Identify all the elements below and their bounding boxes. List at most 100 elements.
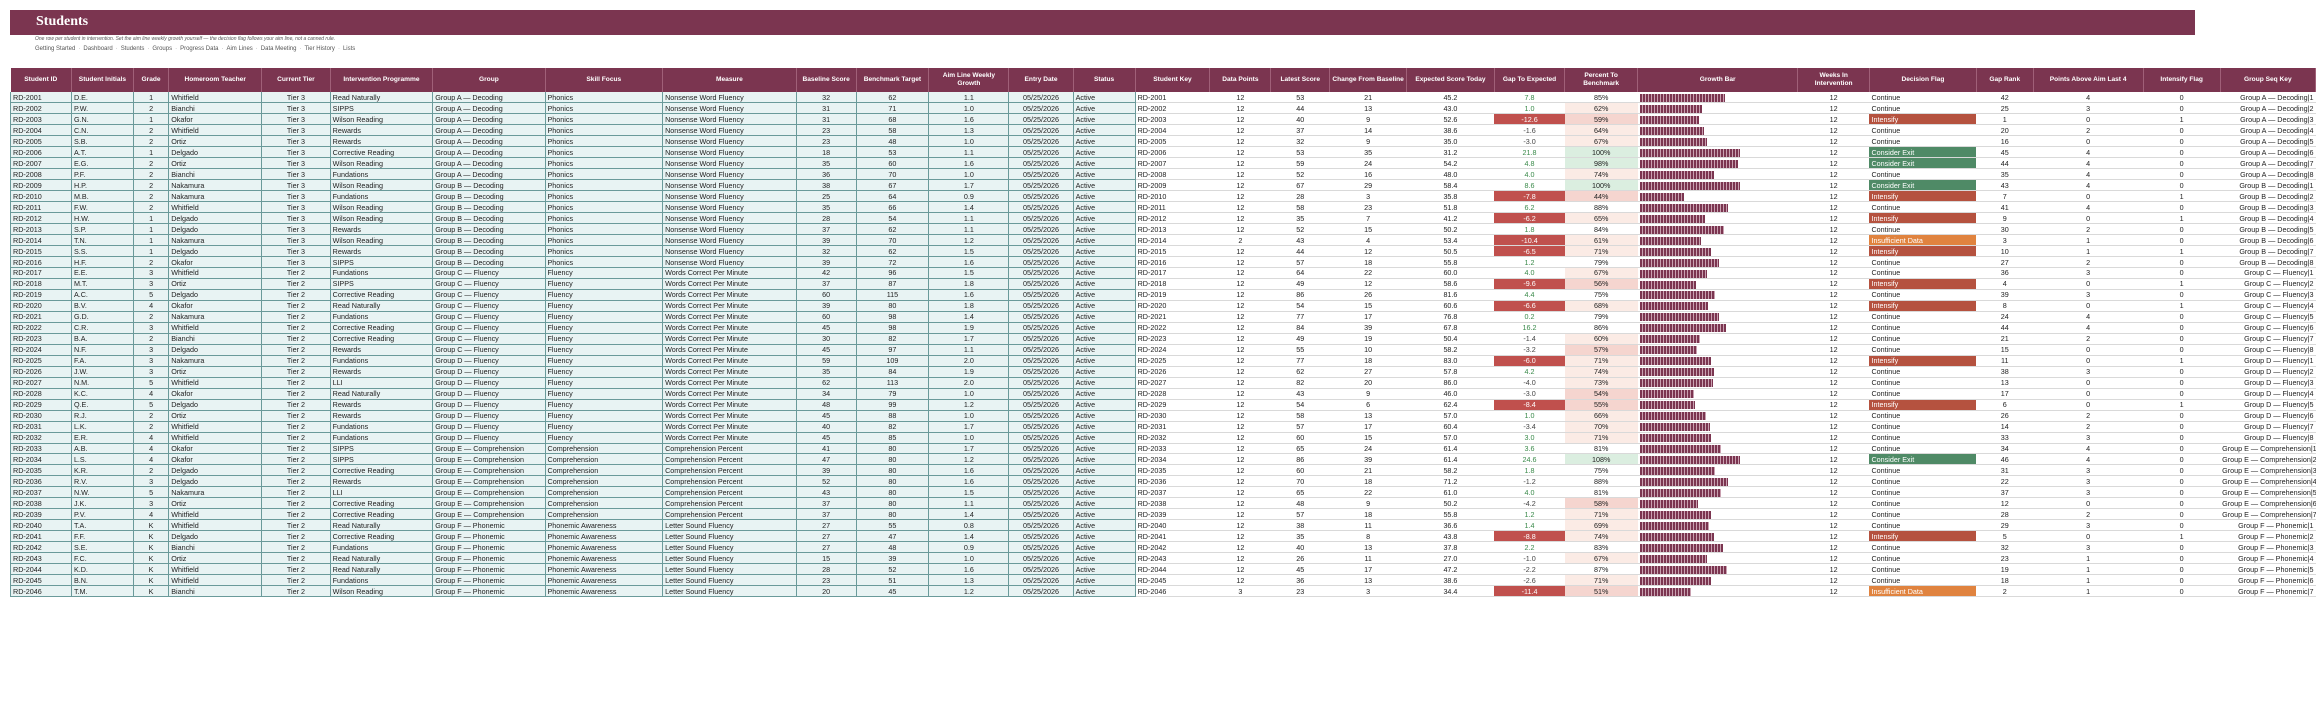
cell-baseline-score: 15 — [795, 552, 857, 565]
table-row[interactable]: RD-2002 P.W. 2 Bianchi Tier 3 SIPPS Group A — … — [10, 102, 2316, 115]
table-row[interactable]: RD-2032 E.R. 4 Whitfield Tier 2 Fundations Gro… — [10, 432, 2316, 444]
table-row[interactable]: RD-2003 G.N. 1 Okafor Tier 3 Wilson Reading Gr… — [10, 113, 2316, 126]
column-header-group[interactable]: Group — [432, 68, 546, 92]
table-row[interactable]: RD-2006 A.T. 1 Delgado Tier 3 Corrective Read… — [10, 146, 2316, 159]
nav-link-students[interactable]: Students — [121, 46, 145, 52]
table-row[interactable]: RD-2007 E.G. 2 Ortiz Tier 3 Wilson Reading Gro… — [10, 157, 2316, 170]
nav-link-groups[interactable]: Groups — [152, 46, 172, 52]
cell-student-initials: N.W. — [70, 486, 134, 499]
nav-link-progress-data[interactable]: Progress Data — [180, 46, 218, 52]
table-row[interactable]: RD-2034 L.S. 4 Okafor Tier 2 SIPPS Group E — C… — [10, 453, 2316, 466]
column-header-points-above-aim-last-4[interactable]: Points Above Aim Last 4 — [2033, 68, 2144, 92]
cell-change-from-baseline: 7 — [1329, 212, 1407, 225]
cell-student-id: RD-2040 — [10, 519, 72, 532]
table-row[interactable]: RD-2013 S.P. 1 Delgado Tier 3 Rewards Group B … — [10, 223, 2316, 236]
column-header-homeroom-teacher[interactable]: Homeroom Teacher — [168, 68, 263, 92]
column-header-expected-score-today[interactable]: Expected Score Today — [1406, 68, 1495, 92]
column-header-entry-date[interactable]: Entry Date — [1008, 68, 1074, 92]
cell-student-id: RD-2015 — [10, 245, 72, 258]
cell-skill-focus: Phonemic Awareness — [544, 541, 664, 554]
nav-link-aim-lines[interactable]: Aim Lines — [226, 46, 252, 52]
table-row[interactable]: RD-2035 K.R. 2 Delgado Tier 2 Corrective Read… — [10, 464, 2316, 477]
table-row[interactable]: RD-2008 P.F. 2 Bianchi Tier 3 Fundations Group… — [10, 168, 2316, 181]
table-row[interactable]: RD-2012 H.W. 1 Delgado Tier 3 Wilson Reading G… — [10, 212, 2316, 225]
column-header-baseline-score[interactable]: Baseline Score — [796, 68, 857, 92]
column-header-weeks-in-intervention[interactable]: Weeks In Intervention — [1797, 68, 1870, 92]
column-header-student-initials[interactable]: Student Initials — [71, 68, 134, 92]
column-header-growth-bar[interactable]: Growth Bar — [1637, 68, 1799, 92]
table-row[interactable]: RD-2041 F.F. K Delgado Tier 2 Corrective Read… — [10, 530, 2316, 543]
table-row[interactable]: RD-2005 S.B. 2 Ortiz Tier 3 Rewards Group A — … — [10, 135, 2316, 148]
column-header-current-tier[interactable]: Current Tier — [261, 68, 331, 92]
column-header-group-seq-key[interactable]: Group Seq Key — [2220, 68, 2316, 92]
column-header-intensify-flag[interactable]: Intensify Flag — [2143, 68, 2221, 92]
column-header-student-id[interactable]: Student ID — [10, 68, 72, 92]
table-row[interactable]: RD-2026 J.W. 3 Ortiz Tier 2 Rewards Group D — … — [10, 366, 2316, 378]
column-header-change-from-baseline[interactable]: Change From Baseline — [1329, 68, 1408, 92]
table-row[interactable]: RD-2027 N.M. 5 Whitfield Tier 2 LLI Group D — … — [10, 377, 2316, 389]
nav-link-getting-started[interactable]: Getting Started — [35, 46, 75, 52]
cell-expected-score-today: 86.0 — [1406, 377, 1495, 389]
column-header-student-key[interactable]: Student Key — [1135, 68, 1211, 92]
table-row[interactable]: RD-2042 S.E. K Bianchi Tier 2 Fundations Group… — [10, 541, 2316, 554]
table-row[interactable]: RD-2025 F.A. 3 Nakamura Tier 2 Fundations Grou… — [10, 355, 2316, 367]
table-row[interactable]: RD-2029 Q.E. 5 Delgado Tier 2 Rewards Group D … — [10, 399, 2316, 411]
table-row[interactable]: RD-2001 D.E. 1 Whitfield Tier 3 Read Naturall… — [10, 92, 2316, 104]
cell-current-tier: Tier 2 — [261, 486, 331, 499]
table-row[interactable]: RD-2040 T.A. K Whitfield Tier 2 Read Naturall… — [10, 519, 2316, 532]
table-row[interactable]: RD-2036 R.V. 3 Delgado Tier 2 Rewards Group E … — [10, 475, 2316, 488]
column-header-measure[interactable]: Measure — [662, 68, 797, 92]
cell-current-tier: Tier 2 — [261, 366, 331, 378]
column-header-aim-line-weekly-growth[interactable]: Aim Line Weekly Growth — [928, 68, 1010, 92]
table-row[interactable]: RD-2037 N.W. 5 Nakamura Tier 2 LLI Group E — C… — [10, 486, 2316, 499]
nav-link-tier-history[interactable]: Tier History — [304, 46, 334, 52]
column-header-decision-flag[interactable]: Decision Flag — [1869, 68, 1977, 92]
cell-entry-date: 05/25/2026 — [1008, 464, 1074, 477]
nav-link-dashboard[interactable]: Dashboard — [83, 46, 112, 52]
table-row[interactable]: RD-2039 P.V. 4 Whitfield Tier 2 Corrective Re… — [10, 508, 2316, 521]
nav-link-data-meeting[interactable]: Data Meeting — [261, 46, 297, 52]
cell-gap-rank: 21 — [1976, 333, 2034, 345]
table-row[interactable]: RD-2019 A.C. 5 Delgado Tier 2 Corrective Read… — [10, 289, 2316, 301]
table-row[interactable]: RD-2044 K.D. K Whitfield Tier 2 Read Naturall… — [10, 563, 2316, 576]
column-header-grade[interactable]: Grade — [133, 68, 170, 92]
column-header-gap-rank[interactable]: Gap Rank — [1976, 68, 2034, 92]
table-row[interactable]: RD-2031 L.K. 2 Whitfield Tier 2 Fundations Gro… — [10, 421, 2316, 433]
table-row[interactable]: RD-2018 M.T. 3 Ortiz Tier 2 SIPPS Group C — Fl… — [10, 278, 2316, 290]
column-header-latest-score[interactable]: Latest Score — [1270, 68, 1331, 92]
table-row[interactable]: RD-2016 H.F. 2 Okafor Tier 3 SIPPS Group B — D… — [10, 256, 2316, 268]
table-row[interactable]: RD-2030 R.J. 2 Ortiz Tier 2 Rewards Group D — … — [10, 410, 2316, 422]
table-row[interactable]: RD-2014 T.N. 1 Nakamura Tier 3 Wilson Reading… — [10, 234, 2316, 247]
column-header-intervention-programme[interactable]: Intervention Programme — [330, 68, 434, 92]
table-row[interactable]: RD-2045 B.N. K Whitfield Tier 2 Fundations Gro… — [10, 574, 2316, 587]
cell-points-above-aim-last-4: 1 — [2033, 585, 2144, 598]
table-row[interactable]: RD-2023 B.A. 2 Bianchi Tier 2 Corrective Read… — [10, 333, 2316, 345]
cell-intervention-programme: Rewards — [329, 475, 434, 488]
table-row[interactable]: RD-2004 C.N. 2 Whitfield Tier 3 Rewards Group … — [10, 124, 2316, 137]
table-row[interactable]: RD-2009 H.P. 2 Nakamura Tier 3 Wilson Reading… — [10, 179, 2316, 192]
table-row[interactable]: RD-2038 J.K. 3 Ortiz Tier 2 Corrective Readin… — [10, 497, 2316, 510]
column-header-benchmark-target[interactable]: Benchmark Target — [856, 68, 930, 92]
table-row[interactable]: RD-2015 S.S. 1 Delgado Tier 3 Rewards Group B … — [10, 245, 2316, 258]
column-header-status[interactable]: Status — [1073, 68, 1136, 92]
column-header-gap-to-expected[interactable]: Gap To Expected — [1494, 68, 1566, 92]
table-row[interactable]: RD-2033 A.B. 4 Okafor Tier 2 SIPPS Group E — C… — [10, 443, 2316, 455]
cell-student-id: RD-2003 — [10, 113, 72, 126]
growth-bar — [1639, 499, 1698, 508]
column-header-percent-to-benchmark[interactable]: Percent To Benchmark — [1564, 68, 1638, 92]
column-header-data-points[interactable]: Data Points — [1209, 68, 1272, 92]
table-row[interactable]: RD-2028 K.C. 4 Okafor Tier 2 Read Naturally Gr… — [10, 388, 2316, 400]
nav-link-lists[interactable]: Lists — [343, 46, 355, 52]
table-row[interactable]: RD-2021 G.D. 2 Nakamura Tier 2 Fundations Grou… — [10, 311, 2316, 323]
table-row[interactable]: RD-2024 N.F. 3 Delgado Tier 2 Rewards Group C … — [10, 344, 2316, 356]
column-header-skill-focus[interactable]: Skill Focus — [545, 68, 664, 92]
table-row[interactable]: RD-2046 T.M. K Bianchi Tier 2 Wilson Reading G… — [10, 585, 2316, 598]
table-row[interactable]: RD-2017 E.E. 3 Whitfield Tier 2 Fundations Gro… — [10, 267, 2316, 279]
table-row[interactable]: RD-2043 F.C. K Ortiz Tier 2 Read Naturally Gro… — [10, 552, 2316, 565]
table-row[interactable]: RD-2010 M.B. 2 Nakamura Tier 3 Fundations Grou… — [10, 190, 2316, 203]
table-row[interactable]: RD-2020 B.V. 4 Okafor Tier 2 Read Naturally Gr… — [10, 300, 2316, 312]
cell-entry-date: 05/25/2026 — [1008, 267, 1074, 279]
cell-student-id: RD-2033 — [10, 443, 72, 455]
table-row[interactable]: RD-2011 F.W. 2 Whitfield Tier 3 Wilson Readin… — [10, 201, 2316, 214]
table-row[interactable]: RD-2022 C.R. 3 Whitfield Tier 2 Corrective Re… — [10, 322, 2316, 334]
